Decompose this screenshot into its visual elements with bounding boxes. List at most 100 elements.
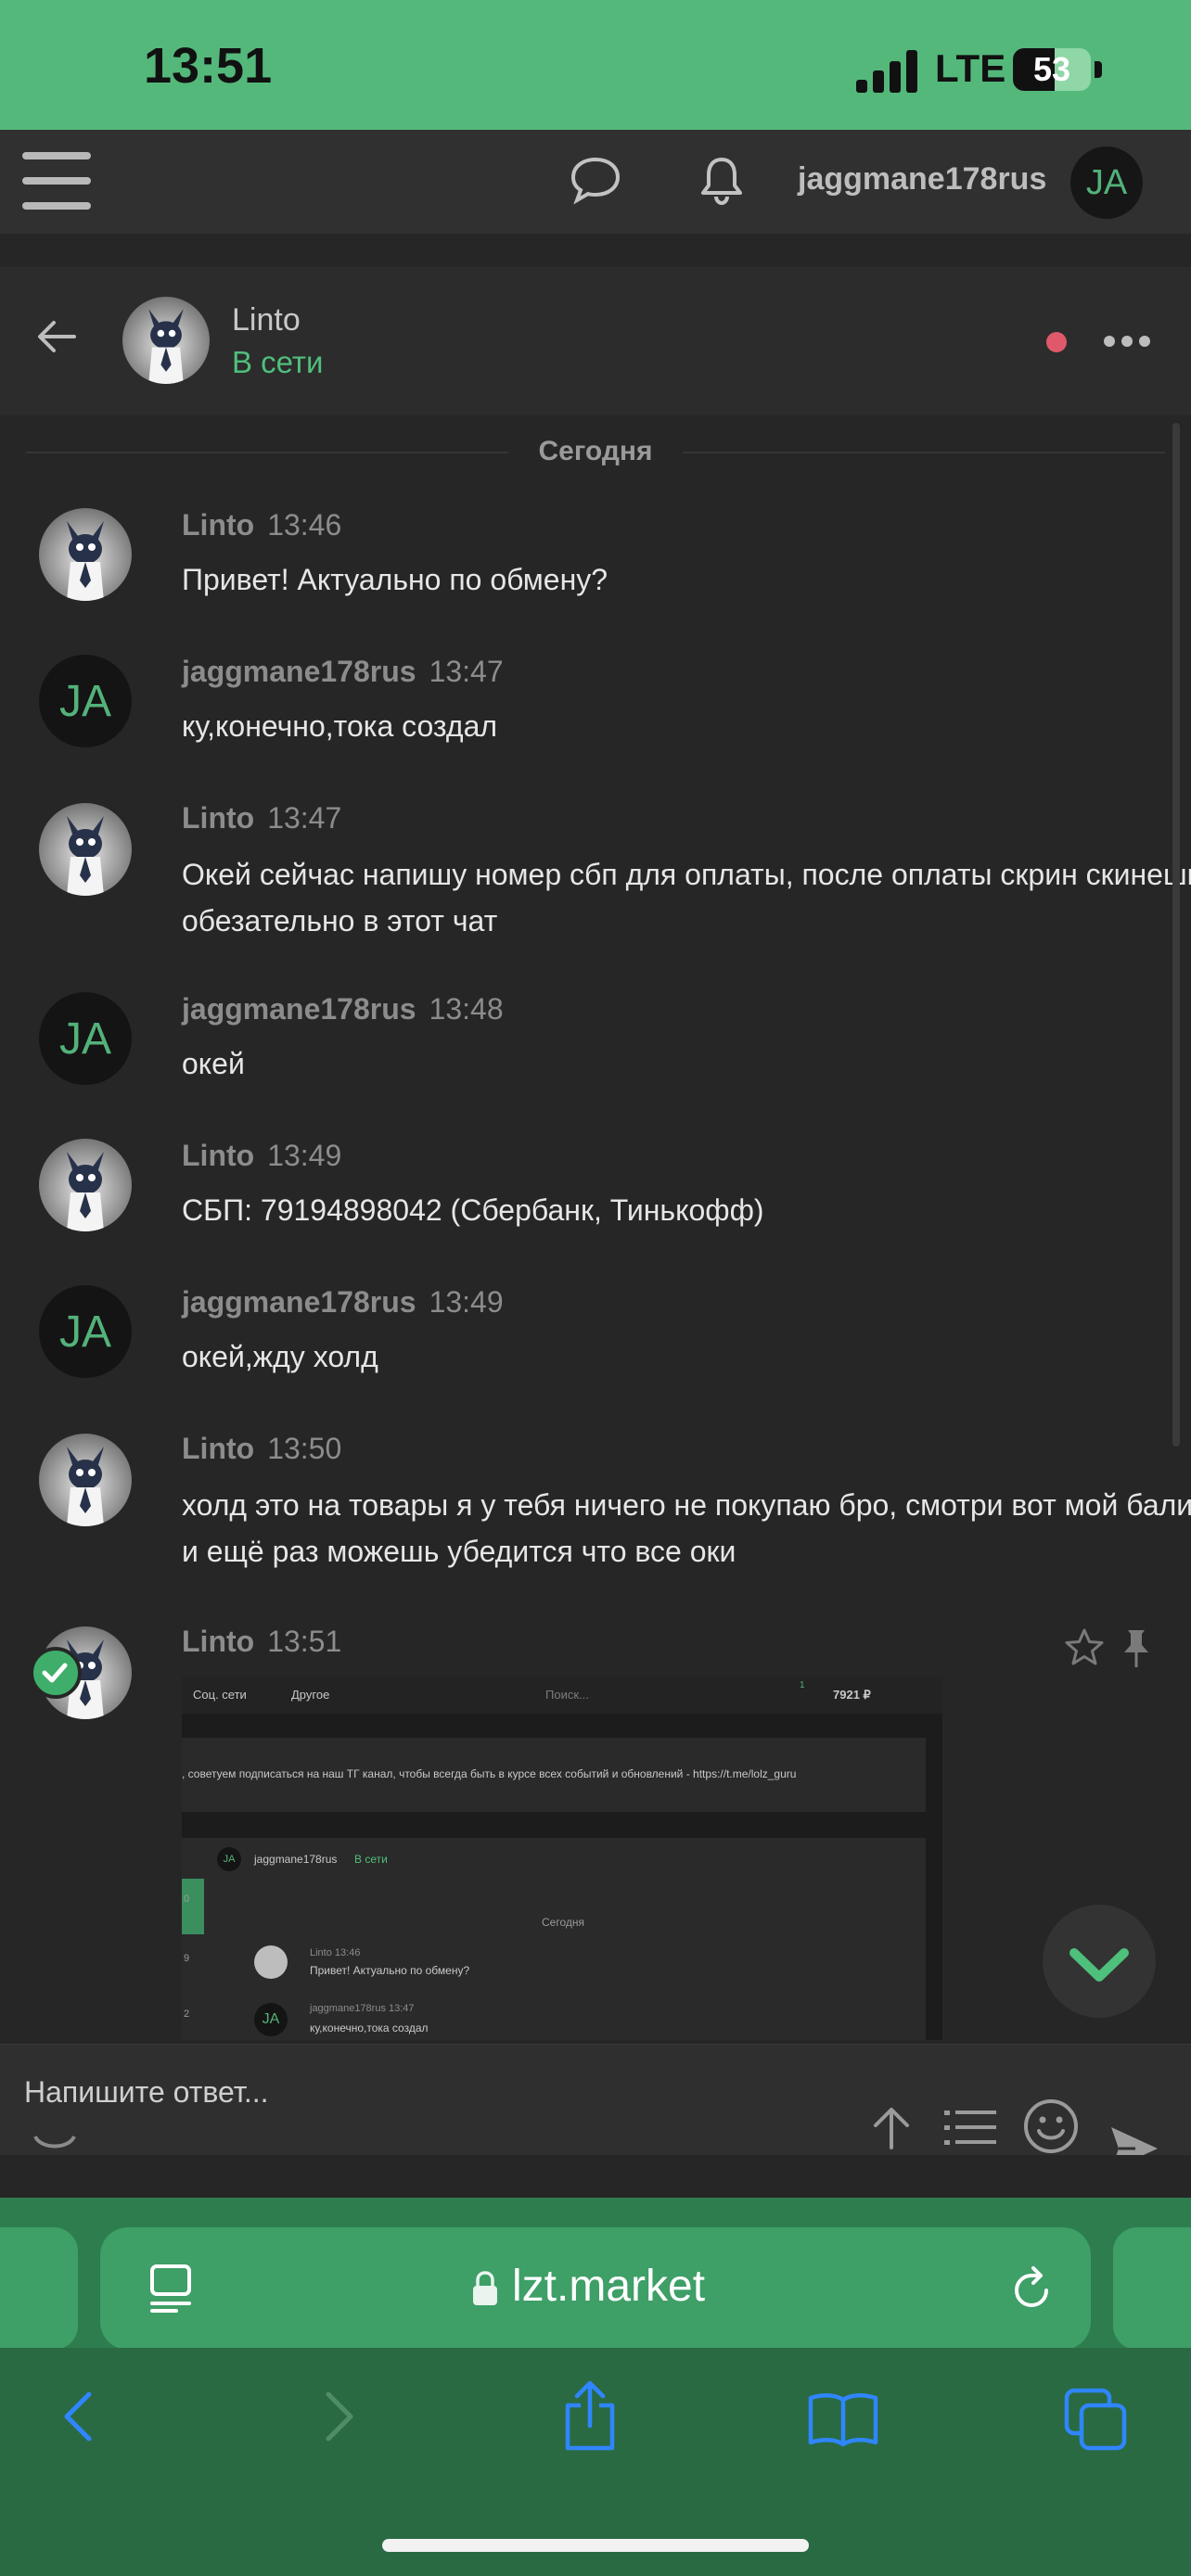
header-avatar[interactable]: JA [1070,147,1143,219]
message-meta: Linto 13:51 [182,1625,341,1659]
pin-icon[interactable] [1115,1626,1158,1669]
message-author[interactable]: Linto [182,801,254,835]
online-dot [1046,332,1067,352]
message-meta: Linto 13:49 [182,1139,341,1173]
contact-avatar[interactable] [122,297,210,384]
message-text: Окей сейчас напишу номер сбп для оплаты,… [182,858,1191,937]
message-author[interactable]: jaggmane178rus [182,655,416,688]
list-icon[interactable] [944,2105,996,2151]
message-text: СБП: 79194898042 (Сбербанк, Тинькофф) [182,1193,764,1227]
message-avatar[interactable]: JA [39,1285,132,1378]
message-author[interactable]: Linto [182,1432,254,1465]
attach-notif-count: 1 [800,1680,805,1690]
lock-icon [473,2271,497,2305]
attach-m2-text: ку,конечно,тока создал [310,2021,429,2034]
battery-icon: 53 [1013,48,1091,91]
attach-m2-meta: jaggmane178rus 13:47 [310,2003,415,2014]
message-meta: jaggmane178rus 13:47 [182,655,504,689]
star-icon[interactable] [1063,1626,1106,1669]
message-text: окей [182,1047,245,1080]
hamburger-menu-icon[interactable] [22,152,91,210]
back-arrow-icon[interactable] [33,313,80,360]
attach-nav-social: Соц. сети [193,1688,247,1702]
message-time: 13:51 [267,1625,342,1658]
scrollbar[interactable] [1172,423,1180,1447]
reader-icon[interactable] [148,2263,193,2315]
attach-m1-time: 13:46 [334,1947,361,1958]
message-avatar[interactable] [39,1139,132,1231]
date-label: Сегодня [538,436,653,466]
attach-green-strip [182,1879,204,1934]
attach-side-a: 0 [184,1894,190,1905]
message-text: ку,конечно,тока создал [182,709,498,743]
smile-icon[interactable] [1022,2098,1080,2155]
attach-m1-text: Привет! Актуально по обмену? [310,1964,470,1977]
message-avatar[interactable]: JA [39,655,132,747]
reply-footer [0,2155,1191,2198]
browser-forward-icon[interactable] [319,2389,360,2444]
date-divider: Сегодня [26,432,1165,471]
message-meta: Linto 13:46 [182,508,341,542]
message-author[interactable]: jaggmane178rus [182,992,416,1026]
message-time: 13:47 [267,801,342,835]
attach-avatar-2: JA [254,2003,288,2036]
message-avatar[interactable] [39,1434,132,1526]
attach-avatar-1 [254,1945,288,1979]
message-meta: jaggmane178rus 13:48 [182,992,504,1027]
message-time: 13:49 [429,1285,504,1319]
message-meta: Linto 13:50 [182,1432,341,1466]
bookmarks-icon[interactable] [807,2391,879,2448]
reload-icon[interactable] [1005,2263,1057,2315]
share-icon[interactable] [560,2379,620,2452]
attach-header-avatar: JA [217,1847,241,1871]
attach-m2-time: 13:47 [389,2003,415,2014]
message-author[interactable]: jaggmane178rus [182,1285,416,1319]
browser-next-tab[interactable] [1113,2227,1191,2350]
url-text[interactable]: lzt.market [512,2261,705,2312]
home-indicator [382,2539,809,2552]
attach-conv-user: jaggmane178rus [254,1853,338,1866]
message-author[interactable]: Linto [182,508,254,542]
attach-m2-author: jaggmane178rus [310,2003,386,2014]
scroll-down-icon[interactable] [1043,1905,1156,2018]
chat-bubble-icon[interactable] [568,154,623,206]
message-text: Привет! Актуально по обмену? [182,563,608,596]
network-label: LTE [935,46,1006,90]
attach-panel [182,1838,926,2040]
attach-conv-status: В сети [354,1853,388,1866]
message-text: окей,жду холд [182,1340,378,1373]
message-time: 13:47 [429,655,504,688]
signal-icon [856,48,921,93]
attach-date: Сегодня [542,1916,584,1929]
message-time: 13:49 [267,1139,342,1172]
browser-prev-tab[interactable] [0,2227,78,2350]
message-avatar[interactable]: JA [39,992,132,1085]
bell-icon[interactable] [694,152,749,208]
message-author[interactable]: Linto [182,1139,254,1172]
message-time: 13:48 [429,992,504,1026]
message-time: 13:50 [267,1432,342,1465]
browser-back-icon[interactable] [58,2389,98,2444]
header-username[interactable]: jaggmane178rus [798,161,1046,198]
message-meta: Linto 13:47 [182,801,341,835]
attach-m1-meta: Linto 13:46 [310,1947,360,1958]
upload-arrow-icon[interactable] [866,2103,916,2153]
attach-side-c: 2 [184,2009,190,2020]
battery-level: 53 [1032,50,1071,88]
attach-nav-other: Другое [291,1688,330,1702]
tabs-icon[interactable] [1063,2387,1128,2452]
message-avatar[interactable] [39,803,132,896]
reply-input[interactable]: Напишите ответ... [24,2075,269,2110]
contact-status: В сети [232,345,324,379]
message-meta: jaggmane178rus 13:49 [182,1285,504,1320]
message-author[interactable]: Linto [182,1625,254,1658]
attach-m1-author: Linto [310,1947,332,1958]
status-time: 13:51 [144,38,273,94]
message-avatar[interactable] [39,508,132,601]
checkmark-icon [30,1647,82,1699]
attached-screenshot[interactable]: Соц. сети Другое Поиск... 1 7921 ₽ , сов… [182,1677,942,2040]
attach-search: Поиск... [545,1688,589,1702]
more-dots-icon[interactable] [1104,336,1150,349]
attach-side-b: 9 [184,1953,190,1964]
contact-name[interactable]: Linto [232,302,301,338]
